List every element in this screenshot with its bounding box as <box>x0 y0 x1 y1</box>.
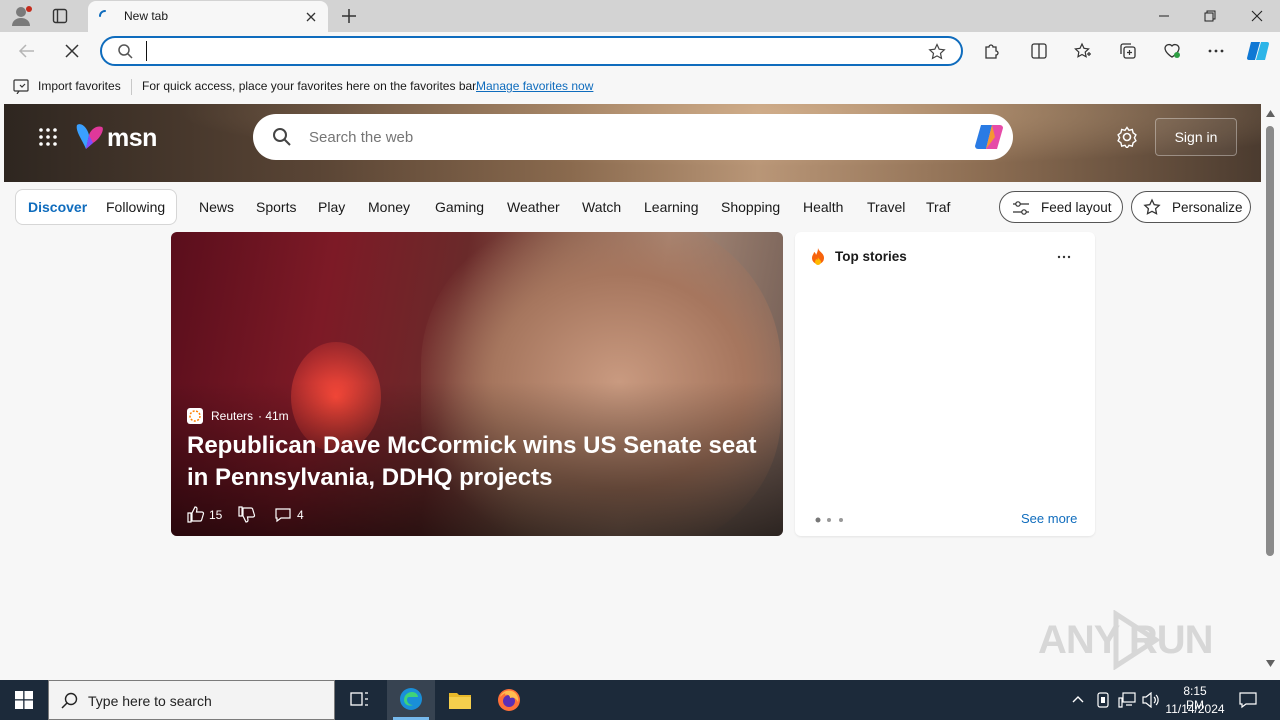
close-window-icon[interactable] <box>1250 9 1264 23</box>
apps-grid-icon[interactable] <box>38 127 58 147</box>
page-scrollbar[interactable] <box>1261 104 1280 676</box>
feed-layout-label: Feed layout <box>1041 200 1112 215</box>
reuters-logo-icon <box>187 408 203 424</box>
split-screen-icon[interactable] <box>1030 42 1048 60</box>
nav-health[interactable]: Health <box>803 199 843 215</box>
address-input[interactable] <box>146 41 866 61</box>
loading-spinner-icon <box>98 9 112 23</box>
top-stories-title: Top stories <box>835 249 907 264</box>
hero-story-card[interactable]: Reuters · 41m Republican Dave McCormick … <box>171 232 783 536</box>
msn-logo-icon[interactable] <box>75 121 105 153</box>
search-icon <box>61 692 78 709</box>
settings-more-icon[interactable] <box>1207 42 1225 60</box>
personalize-label: Personalize <box>1172 200 1243 215</box>
title-bar: New tab <box>0 0 1280 32</box>
address-bar[interactable] <box>100 36 963 66</box>
add-favorite-star-icon[interactable] <box>928 43 946 61</box>
msn-logo-text: msn <box>107 124 157 152</box>
new-tab-icon[interactable] <box>340 7 358 25</box>
story-source: Reuters <box>211 409 254 423</box>
nav-shopping[interactable]: Shopping <box>721 199 780 215</box>
back-icon[interactable] <box>18 42 36 60</box>
show-hidden-icons-icon[interactable] <box>1072 694 1084 704</box>
top-stories-panel: Top stories See more <box>795 232 1095 536</box>
story-headline[interactable]: Republican Dave McCormick wins US Senate… <box>187 430 767 494</box>
nav-gaming[interactable]: Gaming <box>435 199 484 215</box>
favorites-icon[interactable] <box>1074 42 1092 60</box>
import-favorites-icon <box>13 78 31 94</box>
story-age: · 41m <box>258 409 289 423</box>
comment-count: 4 <box>297 508 304 522</box>
watermark-logo: ANY RUN <box>1036 610 1236 670</box>
nav-travel[interactable]: Travel <box>867 199 905 215</box>
nav-watch[interactable]: Watch <box>582 199 621 215</box>
personalize-star-icon <box>1143 198 1163 218</box>
feed-layout-button[interactable]: Feed layout <box>999 191 1123 223</box>
clock-date[interactable]: 11/14/2024 <box>1164 702 1226 716</box>
task-view-icon[interactable] <box>350 691 370 709</box>
nav-weather[interactable]: Weather <box>507 199 560 215</box>
carousel-dots[interactable] <box>814 516 854 524</box>
firefox-icon[interactable] <box>497 688 521 712</box>
windows-start-icon[interactable] <box>15 691 33 709</box>
collections-icon[interactable] <box>1119 42 1137 60</box>
scrollbar-thumb[interactable] <box>1266 126 1274 556</box>
tab-actions-icon[interactable] <box>52 8 68 24</box>
page-settings-gear-icon[interactable] <box>1116 126 1138 148</box>
msn-page: msn Sign in Discover Following News Spor… <box>4 104 1261 676</box>
profile-icon[interactable] <box>10 5 34 27</box>
copilot-search-icon[interactable] <box>973 122 1005 152</box>
notifications-icon[interactable] <box>1239 691 1257 709</box>
import-favorites-button[interactable]: Import favorites <box>38 79 121 93</box>
network-icon[interactable] <box>1118 692 1136 708</box>
windows-taskbar: Type here to search 8:15 PM 11/14/2024 <box>0 680 1280 720</box>
device-icon[interactable] <box>1096 691 1110 709</box>
comment-icon[interactable] <box>274 506 292 524</box>
close-tab-icon[interactable] <box>304 10 318 24</box>
taskbar-search-placeholder: Type here to search <box>88 693 212 709</box>
minimize-icon[interactable] <box>1157 9 1171 23</box>
tab-new-tab[interactable]: New tab <box>88 1 328 32</box>
header-banner: msn Sign in <box>4 104 1261 182</box>
like-icon[interactable] <box>187 505 205 523</box>
dislike-icon[interactable] <box>238 506 256 524</box>
nav-play[interactable]: Play <box>318 199 345 215</box>
divider <box>131 79 132 95</box>
flame-icon <box>810 247 826 265</box>
favorites-hint-text: For quick access, place your favorites h… <box>142 79 479 93</box>
taskbar-edge-app[interactable] <box>387 680 435 720</box>
nav-traffic[interactable]: Traf <box>926 199 950 215</box>
sliders-icon <box>1012 199 1030 217</box>
tab-discover[interactable]: Discover <box>28 199 87 215</box>
tab-title: New tab <box>124 9 169 23</box>
nav-money[interactable]: Money <box>368 199 410 215</box>
nav-learning[interactable]: Learning <box>644 199 699 215</box>
search-icon <box>117 43 134 60</box>
see-more-link[interactable]: See more <box>1021 511 1077 526</box>
manage-favorites-link[interactable]: Manage favorites now <box>476 79 593 93</box>
web-search-input[interactable] <box>309 126 949 148</box>
feed-tabs: Discover Following <box>15 189 177 225</box>
search-icon <box>272 127 292 147</box>
volume-icon[interactable] <box>1142 692 1160 708</box>
sign-in-button[interactable]: Sign in <box>1155 118 1237 156</box>
nav-sports[interactable]: Sports <box>256 199 296 215</box>
taskbar-search-box[interactable]: Type here to search <box>48 680 335 720</box>
browser-essentials-icon[interactable] <box>1163 42 1181 60</box>
favorites-bar: Import favorites For quick access, place… <box>0 70 1280 104</box>
copilot-icon[interactable] <box>1245 39 1271 63</box>
file-explorer-icon[interactable] <box>448 689 472 711</box>
nav-news[interactable]: News <box>199 199 234 215</box>
extensions-icon[interactable] <box>982 42 1000 60</box>
like-count: 15 <box>209 508 223 522</box>
personalize-button[interactable]: Personalize <box>1131 191 1251 223</box>
web-search-box[interactable] <box>253 114 1013 160</box>
more-options-icon[interactable] <box>1057 250 1071 264</box>
tab-following[interactable]: Following <box>106 199 165 215</box>
restore-icon[interactable] <box>1203 9 1217 23</box>
stop-loading-icon[interactable] <box>63 42 81 60</box>
